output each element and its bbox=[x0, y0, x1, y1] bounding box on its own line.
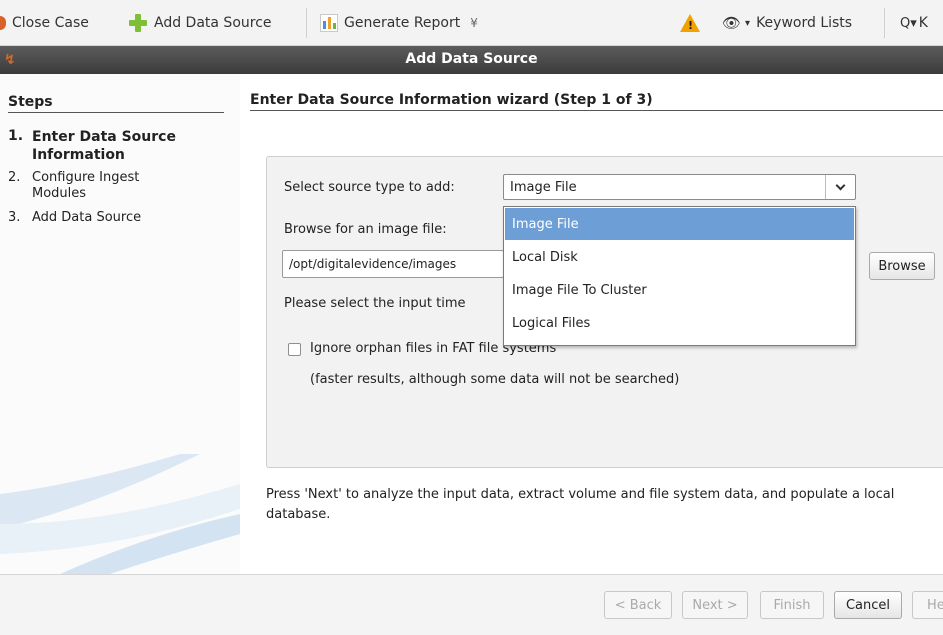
back-button[interactable]: < Back bbox=[604, 591, 672, 619]
dropdown-option-logical-files[interactable]: Logical Files bbox=[505, 307, 854, 339]
step-item: 3. Add Data Source bbox=[8, 210, 228, 225]
source-type-label: Select source type to add: bbox=[284, 180, 455, 195]
step-item: 2. Configure Ingest Modules bbox=[8, 170, 228, 202]
close-case-button[interactable]: Close Case bbox=[0, 12, 89, 34]
dropdown-option-image-file[interactable]: Image File bbox=[505, 208, 854, 240]
warning-icon-button[interactable]: ! bbox=[680, 12, 700, 34]
step-label: Enter Data Source Information bbox=[32, 129, 176, 163]
close-case-label: Close Case bbox=[12, 15, 89, 31]
timezone-label: Please select the input time bbox=[284, 296, 466, 311]
source-type-select[interactable]: Image File bbox=[503, 174, 856, 200]
dropdown-option-image-file-to-cluster[interactable]: Image File To Cluster bbox=[505, 274, 854, 306]
keyword-lists-button[interactable]: 👁 ▾ Keyword Lists bbox=[722, 12, 852, 34]
keyword-lists-label: Keyword Lists bbox=[756, 15, 853, 31]
close-case-icon bbox=[0, 16, 6, 30]
wizard-heading: Enter Data Source Information wizard (St… bbox=[250, 92, 943, 111]
search-icon: Q▾ bbox=[900, 15, 917, 31]
report-icon bbox=[320, 14, 338, 32]
dialog-footer: < Back Next > Finish Cancel He bbox=[0, 574, 943, 635]
next-button[interactable]: Next > bbox=[682, 591, 748, 619]
source-type-dropdown-list: Image File Local Disk Image File To Clus… bbox=[503, 206, 856, 346]
toolbar-divider bbox=[306, 8, 307, 38]
ignore-orphan-checkbox[interactable] bbox=[288, 343, 301, 356]
generate-report-button[interactable]: Generate Report ¥ bbox=[320, 12, 478, 34]
step-number: 1. bbox=[8, 128, 24, 144]
add-icon bbox=[128, 13, 148, 33]
step-label: Add Data Source bbox=[32, 210, 142, 225]
warning-icon: ! bbox=[680, 14, 700, 32]
browse-label: Browse for an image file: bbox=[284, 222, 447, 237]
add-data-source-button[interactable]: Add Data Source bbox=[128, 12, 272, 34]
next-instructions: Press 'Next' to analyze the input data, … bbox=[266, 487, 895, 522]
help-button[interactable]: He bbox=[912, 591, 943, 619]
ignore-orphan-hint: (faster results, although some data will… bbox=[310, 372, 680, 387]
add-data-source-label: Add Data Source bbox=[154, 15, 272, 31]
steps-panel: Steps 1. Enter Data Source Information 2… bbox=[0, 74, 240, 574]
dialog-title: Add Data Source bbox=[405, 51, 538, 67]
keyword-search-button[interactable]: Q▾ K bbox=[900, 12, 928, 34]
finish-button[interactable]: Finish bbox=[760, 591, 824, 619]
main-toolbar: Close Case Add Data Source Generate Repo… bbox=[0, 0, 943, 46]
decorative-swoosh bbox=[0, 454, 240, 574]
cancel-button[interactable]: Cancel bbox=[834, 591, 902, 619]
toolbar-divider bbox=[884, 8, 885, 38]
step-number: 2. bbox=[8, 170, 21, 185]
eye-icon: 👁 bbox=[722, 14, 742, 32]
image-path-input-text[interactable] bbox=[283, 251, 503, 277]
step-label: Configure Ingest Modules bbox=[32, 170, 140, 201]
dropdown-option-local-disk[interactable]: Local Disk bbox=[505, 241, 854, 273]
chevron-down-icon[interactable] bbox=[825, 175, 855, 199]
generate-report-label: Generate Report bbox=[344, 15, 461, 31]
browse-button[interactable]: Browse bbox=[869, 252, 935, 280]
dropdown-arrow-icon: ¥ bbox=[470, 16, 478, 30]
dialog-title-bar[interactable]: ↯ Add Data Source bbox=[0, 46, 943, 74]
step-item: 1. Enter Data Source Information bbox=[8, 128, 228, 164]
keyword-search-label: K bbox=[918, 15, 928, 31]
steps-heading: Steps bbox=[8, 94, 224, 113]
image-path-input[interactable] bbox=[282, 250, 504, 278]
dropdown-dot-icon: ▾ bbox=[745, 17, 751, 29]
source-type-value: Image File bbox=[510, 180, 577, 195]
step-number: 3. bbox=[8, 210, 21, 225]
